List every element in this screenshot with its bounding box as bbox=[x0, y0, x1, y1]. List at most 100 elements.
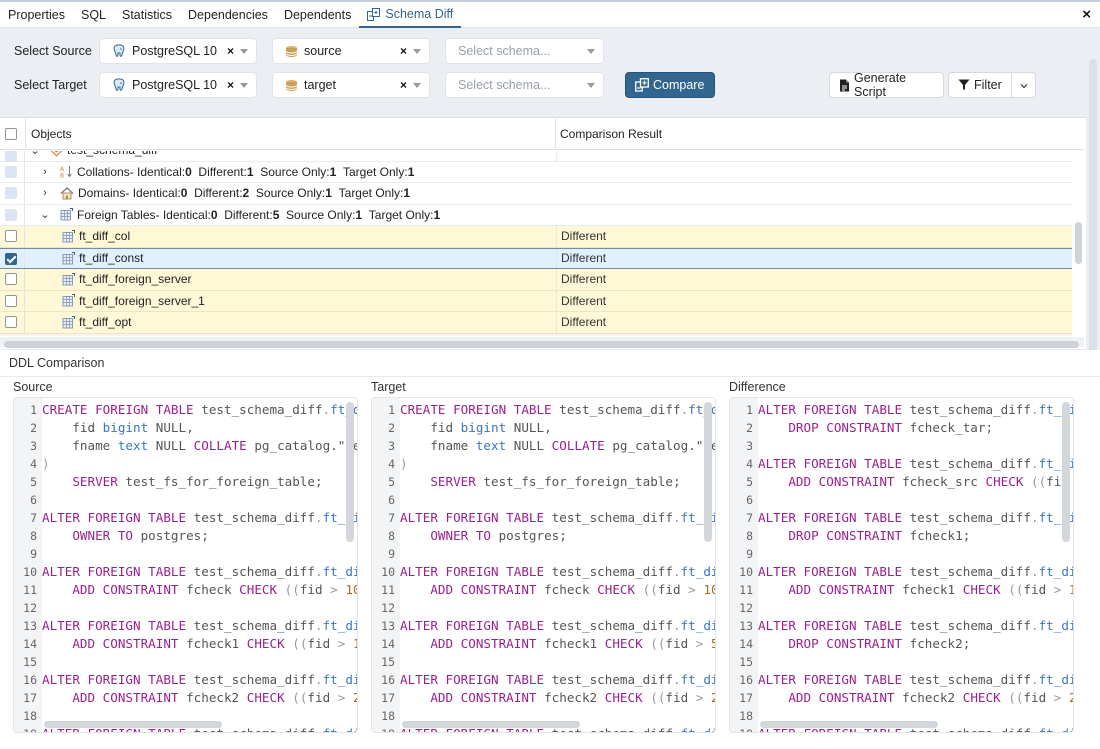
clear-target-server-icon[interactable]: × bbox=[227, 78, 234, 92]
source-server-select[interactable]: PostgreSQL 10 × bbox=[99, 38, 257, 64]
row-checkbox[interactable] bbox=[5, 273, 17, 285]
row-checkbox-checked[interactable] bbox=[5, 252, 17, 265]
code-token: ft_diff_const bbox=[1038, 672, 1073, 687]
filter-button[interactable]: Filter bbox=[948, 72, 1012, 98]
group-row-foreign-tables[interactable]: ⌄ Foreign Tables - Identical: 0 Differen… bbox=[0, 204, 1072, 226]
generate-script-button[interactable]: Generate Script bbox=[829, 71, 944, 99]
code-token: ALTER FOREIGN TABLE bbox=[42, 672, 194, 687]
difference-ddl-editor[interactable]: 12345678910111213141516171819 ALTER FORE… bbox=[729, 397, 1074, 733]
foreign-table-icon bbox=[62, 229, 75, 243]
result-cell bbox=[556, 151, 561, 161]
source-database-select[interactable]: source × bbox=[272, 38, 430, 64]
tab-dependencies[interactable]: Dependencies bbox=[180, 2, 276, 28]
checkbox-cell bbox=[0, 269, 25, 290]
editor-horizontal-scrollbar[interactable] bbox=[402, 721, 580, 728]
code-line: CREATE FOREIGN TABLE test_schema_diff.ft… bbox=[42, 401, 357, 419]
schema-row[interactable]: ⌄ test_schema_diff bbox=[0, 151, 1072, 162]
tab-statistics[interactable]: Statistics bbox=[114, 2, 180, 28]
editor-horizontal-scrollbar[interactable] bbox=[760, 721, 938, 728]
row-checkbox[interactable] bbox=[5, 165, 17, 178]
code-area[interactable]: ALTER FOREIGN TABLE test_schema_diff.ft_… bbox=[758, 398, 1073, 732]
code-token: ALTER FOREIGN TABLE bbox=[42, 510, 194, 525]
tab-schema-diff[interactable]: Schema Diff bbox=[359, 2, 462, 28]
grid-horizontal-scrollbar[interactable] bbox=[4, 341, 1079, 348]
row-checkbox[interactable] bbox=[5, 316, 17, 328]
code-line: ADD CONSTRAINT fcheck_src CHECK ((fid > … bbox=[758, 473, 1073, 491]
group-row-collations[interactable]: › AB Collations - Identical: 0 Different… bbox=[0, 161, 1072, 183]
filter-dropdown-button[interactable] bbox=[1011, 72, 1036, 98]
chevron-down-icon[interactable]: ⌄ bbox=[30, 151, 40, 157]
checkbox-cell bbox=[0, 248, 25, 268]
chevron-right-icon[interactable]: › bbox=[40, 187, 50, 199]
select-all-checkbox[interactable] bbox=[5, 128, 17, 140]
target-ddl-editor[interactable]: 12345678910111213141516171819 CREATE FOR… bbox=[371, 397, 716, 733]
svg-text:B: B bbox=[60, 173, 64, 179]
object-row-ft-diff-const[interactable]: ft_diff_const Different bbox=[0, 247, 1072, 269]
close-panel-button[interactable]: × bbox=[1082, 6, 1091, 24]
tab-bar: Properties SQL Statistics Dependencies D… bbox=[0, 0, 1100, 28]
tab-properties[interactable]: Properties bbox=[0, 2, 73, 28]
line-number: 14 bbox=[739, 637, 753, 651]
line-number: 4 bbox=[30, 457, 37, 471]
ddl-comparison-panel: Source Target Difference 1 2 3 4 5 6 7 8 9 10 11 12… bbox=[0, 377, 1100, 749]
code-token: fid bbox=[42, 420, 103, 435]
column-header-objects[interactable]: Objects bbox=[31, 118, 72, 150]
column-header-comparison-result[interactable]: Comparison Result bbox=[560, 118, 662, 150]
collation-sort-icon: AB bbox=[60, 165, 73, 178]
target-database-select[interactable]: target × bbox=[272, 72, 430, 98]
group-name: Collations bbox=[77, 164, 130, 179]
code-area[interactable]: CREATE FOREIGN TABLE test_schema_diff.ft… bbox=[400, 398, 715, 732]
editor-vertical-scrollbar[interactable] bbox=[346, 402, 354, 542]
code-line: ALTER FOREIGN TABLE test_schema_diff.ft_… bbox=[400, 617, 715, 635]
line-number: 2 bbox=[30, 421, 37, 435]
chevron-right-icon[interactable]: › bbox=[40, 166, 50, 178]
row-checkbox[interactable] bbox=[5, 294, 17, 307]
object-row-partial[interactable] bbox=[0, 333, 1072, 336]
code-token: ADD CONSTRAINT bbox=[400, 582, 537, 597]
row-checkbox[interactable] bbox=[5, 208, 17, 221]
code-token: test_schema_diff bbox=[201, 402, 323, 417]
object-cell: ft_diff_const bbox=[62, 249, 144, 269]
code-line: ALTER FOREIGN TABLE test_schema_diff.ft_… bbox=[758, 617, 1073, 635]
tab-dependents[interactable]: Dependents bbox=[276, 2, 359, 28]
code-line: DROP CONSTRAINT fcheck_tar; bbox=[758, 419, 1073, 437]
editor-vertical-scrollbar[interactable] bbox=[1062, 402, 1070, 542]
code-token: bigint bbox=[460, 420, 507, 435]
line-number-gutter: 12345678910111213141516171819 bbox=[14, 398, 41, 732]
chevron-down-icon[interactable]: ⌄ bbox=[40, 208, 50, 221]
panel-vertical-scrollbar[interactable] bbox=[1089, 59, 1097, 377]
object-row-ft-diff-opt[interactable]: ft_diff_opt Different bbox=[0, 312, 1072, 334]
tab-sql[interactable]: SQL bbox=[73, 2, 114, 28]
code-token: . bbox=[1030, 672, 1039, 687]
code-token: ft_diff_const bbox=[680, 618, 715, 633]
clear-source-server-icon[interactable]: × bbox=[227, 44, 234, 58]
code-area[interactable]: CREATE FOREIGN TABLE test_schema_diff.ft… bbox=[42, 398, 357, 732]
source-schema-placeholder: Select schema... bbox=[458, 44, 551, 58]
clear-target-database-icon[interactable]: × bbox=[400, 78, 407, 92]
editor-vertical-scrollbar[interactable] bbox=[704, 402, 712, 542]
code-line: ALTER FOREIGN TABLE test_schema_diff.ft_… bbox=[758, 563, 1073, 581]
row-checkbox[interactable] bbox=[5, 187, 17, 199]
identical-label: - Identical: bbox=[125, 186, 181, 201]
row-checkbox[interactable] bbox=[5, 230, 17, 242]
code-token: . bbox=[1031, 726, 1039, 732]
grid-vertical-scrollbar[interactable] bbox=[1075, 222, 1082, 264]
code-token: ft_diff_const bbox=[322, 672, 357, 687]
object-name: ft_diff_const bbox=[79, 251, 144, 266]
row-checkbox[interactable] bbox=[5, 151, 17, 162]
object-row-ft-diff-foreign-server[interactable]: ft_diff_foreign_server Different bbox=[0, 269, 1072, 291]
source-ddl-editor[interactable]: 12345678910111213141516171819 CREATE FOR… bbox=[13, 397, 358, 733]
line-number: 1 bbox=[388, 403, 395, 417]
target-server-select[interactable]: PostgreSQL 10 × bbox=[99, 72, 257, 98]
clear-source-database-icon[interactable]: × bbox=[400, 44, 407, 58]
code-token: NULL, bbox=[148, 420, 194, 435]
compare-button[interactable]: Compare bbox=[625, 72, 715, 98]
object-row-ft-diff-foreign-server-1[interactable]: ft_diff_foreign_server_1 Different bbox=[0, 290, 1072, 312]
object-row-ft-diff-col[interactable]: ft_diff_col Different bbox=[0, 226, 1072, 248]
editor-horizontal-scrollbar[interactable] bbox=[44, 721, 222, 728]
target-schema-select[interactable]: Select schema... bbox=[445, 72, 604, 98]
source-schema-select[interactable]: Select schema... bbox=[445, 38, 604, 64]
group-row-domains[interactable]: › Domains - Identical: 0 Different: 2 So… bbox=[0, 183, 1072, 205]
